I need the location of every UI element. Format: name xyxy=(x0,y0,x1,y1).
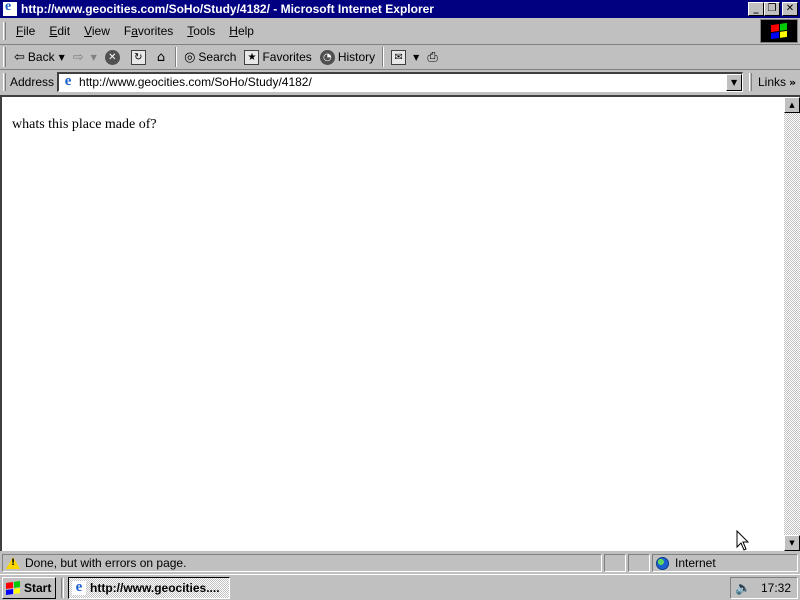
history-label: History xyxy=(337,50,376,64)
start-button[interactable]: Start xyxy=(2,577,56,599)
refresh-button[interactable]: ↻ xyxy=(127,46,153,68)
status-progress-pane xyxy=(604,554,626,572)
home-button[interactable]: ⌂ xyxy=(153,46,172,68)
address-grip[interactable] xyxy=(3,72,6,91)
window-title: http://www.geocities.com/SoHo/Study/4182… xyxy=(21,2,434,16)
restore-button[interactable]: ❐ xyxy=(764,2,780,16)
links-label[interactable]: Links xyxy=(758,75,786,89)
stop-icon: ✕ xyxy=(104,49,120,65)
windows-logo-throbber xyxy=(760,19,798,43)
menu-view[interactable]: View xyxy=(78,22,116,40)
status-message: Done, but with errors on page. xyxy=(25,556,187,570)
address-dropdown-icon[interactable]: ▼ xyxy=(726,73,743,91)
menu-file-rest: ile xyxy=(23,24,36,38)
back-label: Back xyxy=(27,50,55,64)
back-arrow-icon: ⇦ xyxy=(14,49,25,65)
search-icon: ◎ xyxy=(184,49,196,65)
address-label: Address xyxy=(10,74,55,89)
toolbar-grip[interactable] xyxy=(3,47,6,67)
print-button[interactable]: ⎙ xyxy=(423,46,444,68)
toolbar-separator xyxy=(175,47,178,67)
menu-bar: File Edit View Favorites Tools Help xyxy=(0,19,800,43)
standard-toolbar: ⇦ Back ▼ ⇨ ▼ ✕ ↻ ⌂ ◎ Search ★ Favorites … xyxy=(0,44,800,69)
scroll-track[interactable] xyxy=(784,113,800,535)
printer-icon: ⎙ xyxy=(427,49,438,65)
title-bar: http://www.geocities.com/SoHo/Study/4182… xyxy=(0,0,800,18)
forward-dropdown-icon[interactable]: ▼ xyxy=(91,53,97,62)
links-bar: Links » xyxy=(749,72,796,92)
ie-app-icon[interactable] xyxy=(2,0,18,17)
toolbar-separator xyxy=(382,47,385,67)
menu-grip[interactable] xyxy=(3,22,6,40)
menu-help[interactable]: Help xyxy=(223,22,260,40)
vertical-scrollbar[interactable]: ▲ ▼ xyxy=(784,97,800,551)
favorites-button[interactable]: ★ Favorites xyxy=(240,46,315,68)
menu-edit-rest: dit xyxy=(57,24,71,38)
windows-flag-icon xyxy=(771,22,787,40)
menu-edit[interactable]: Edit xyxy=(43,22,76,40)
taskbar: Start e http://www.geocities.... 🔈 17:32 xyxy=(0,574,800,600)
scroll-up-button[interactable]: ▲ xyxy=(784,97,800,113)
menu-help-key: H xyxy=(229,24,238,38)
links-chevron-icon[interactable]: » xyxy=(789,76,796,89)
minimize-button[interactable]: _ xyxy=(748,2,764,16)
favorites-label: Favorites xyxy=(262,50,312,64)
menu-view-key: V xyxy=(84,24,92,38)
menu-view-rest: iew xyxy=(91,24,110,38)
menu-help-rest: elp xyxy=(237,24,254,38)
address-input[interactable] xyxy=(79,75,720,89)
address-field[interactable]: e ▼ xyxy=(57,71,744,92)
caption-buttons: _ ❐ ✕ xyxy=(748,2,798,16)
menu-favorites-tail: vorites xyxy=(137,24,174,38)
page-text: whats this place made of? xyxy=(12,117,157,132)
warning-icon[interactable] xyxy=(6,557,20,569)
content-viewport: whats this place made of? ▲ ▼ xyxy=(0,95,800,551)
system-tray: 🔈 17:32 xyxy=(730,577,798,599)
history-button[interactable]: ◔ History xyxy=(316,46,379,68)
status-bar: Done, but with errors on page. Internet xyxy=(0,553,800,573)
start-label: Start xyxy=(24,581,52,595)
back-button[interactable]: ⇦ Back ▼ xyxy=(10,46,69,68)
ie-task-icon: e xyxy=(72,580,86,595)
task-label: http://www.geocities.... xyxy=(90,581,220,595)
menu-favorites[interactable]: Favorites xyxy=(118,22,179,40)
status-zone-pane: Internet xyxy=(652,554,798,572)
links-grip[interactable] xyxy=(749,73,752,91)
mouse-cursor-icon xyxy=(736,530,750,551)
forward-button[interactable]: ⇨ ▼ xyxy=(69,46,101,68)
status-zone: Internet xyxy=(675,556,716,570)
status-message-pane[interactable]: Done, but with errors on page. xyxy=(2,554,602,572)
favorites-icon: ★ xyxy=(244,49,260,65)
mail-dropdown-icon[interactable]: ▼ xyxy=(413,53,419,62)
stop-button[interactable]: ✕ xyxy=(101,46,127,68)
mail-icon: ✉ xyxy=(391,49,407,65)
mail-button[interactable]: ✉ ▼ xyxy=(387,46,423,68)
back-dropdown-icon[interactable]: ▼ xyxy=(59,53,65,62)
search-label: Search xyxy=(198,50,237,64)
menu-favorites-accel: a xyxy=(131,24,138,38)
forward-arrow-icon: ⇨ xyxy=(72,49,84,65)
clock[interactable]: 17:32 xyxy=(761,581,791,595)
close-button[interactable]: ✕ xyxy=(782,2,798,16)
search-button[interactable]: ◎ Search xyxy=(180,46,240,68)
menu-tools-rest: ools xyxy=(193,24,216,38)
speaker-icon[interactable]: 🔈 xyxy=(735,581,751,596)
refresh-icon: ↻ xyxy=(130,49,146,65)
address-bar: Address e ▼ Links » xyxy=(0,69,800,93)
home-icon: ⌂ xyxy=(156,49,166,65)
menu-file[interactable]: File xyxy=(10,22,41,40)
taskbar-divider xyxy=(61,578,64,598)
history-icon: ◔ xyxy=(319,49,335,65)
windows-flag-icon xyxy=(6,581,20,595)
status-security-pane xyxy=(628,554,650,572)
taskbar-ie-button[interactable]: e http://www.geocities.... xyxy=(68,577,230,599)
scroll-down-button[interactable]: ▼ xyxy=(784,535,800,551)
menu-tools[interactable]: Tools xyxy=(181,22,221,40)
globe-icon xyxy=(656,556,669,570)
ie-page-icon: e xyxy=(64,73,72,89)
